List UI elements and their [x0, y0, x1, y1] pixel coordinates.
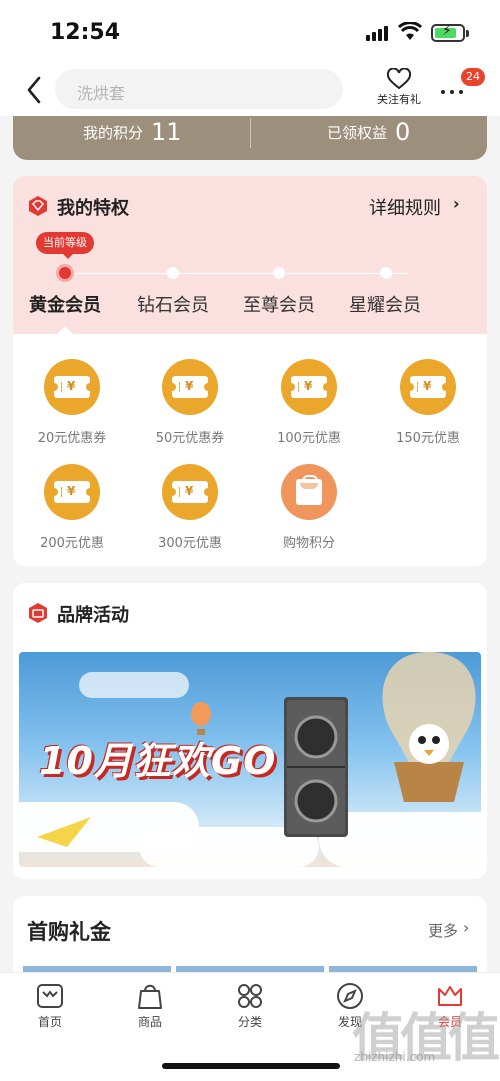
balloon-illustration	[382, 652, 476, 802]
signal-icon	[366, 26, 388, 41]
benefit-label: 150元优惠	[396, 431, 460, 446]
tab-label: 首页	[37, 1015, 62, 1029]
heart-icon	[386, 68, 412, 90]
benefit-item[interactable]: ¥ 200元优惠	[17, 464, 127, 551]
benefit-item[interactable]: ¥ 100元优惠	[254, 359, 364, 446]
coupon-icon: ¥	[400, 359, 456, 415]
brand-activity-card: 品牌活动 10月狂欢GO	[13, 583, 487, 879]
coupon-icon: ¥	[44, 464, 100, 520]
level-dot[interactable]	[273, 267, 285, 279]
level-star[interactable]: 星耀会员	[335, 291, 435, 317]
home-icon	[37, 984, 63, 1008]
brand-shop-icon	[29, 603, 47, 623]
tab-label: 商品	[137, 1015, 162, 1029]
shopping-bag-icon	[138, 984, 162, 1009]
tab-home[interactable]: 首页	[15, 981, 85, 1030]
my-points-label: 我的积分	[83, 123, 144, 142]
benefit-item[interactable]: ¥ 50元优惠券	[135, 359, 245, 446]
category-icon	[238, 984, 262, 1008]
level-progress-line	[67, 273, 407, 274]
wifi-icon	[398, 22, 422, 40]
current-level-tag: 当前等级	[36, 232, 94, 259]
first-purchase-title: 首购礼金	[27, 920, 111, 944]
benefit-label: 50元优惠券	[155, 431, 225, 446]
shopping-bag-icon	[281, 464, 337, 520]
coupon-icon: ¥	[44, 359, 100, 415]
benefit-label: 购物积分	[282, 536, 335, 551]
follow-gift-label: 关注有礼	[377, 93, 421, 106]
benefit-item[interactable]: ¥ 300元优惠	[135, 464, 245, 551]
search-input[interactable]: 洗烘套	[55, 69, 343, 109]
level-gold[interactable]: 黄金会员	[15, 291, 115, 317]
benefit-label: 200元优惠	[40, 536, 104, 551]
notification-badge: 24	[461, 68, 485, 86]
status-bar: 12:54 ⚡	[0, 0, 500, 64]
points-bar: 我的积分 11 已领权益 0	[13, 116, 487, 160]
claimed-benefits-label: 已领权益	[327, 123, 388, 142]
diamond-icon	[29, 196, 47, 216]
paper-plane-icon	[37, 817, 91, 847]
privileges-title: 我的特权	[57, 198, 129, 219]
tab-products[interactable]: 商品	[115, 981, 185, 1030]
benefit-label: 100元优惠	[277, 431, 341, 446]
chevron-right-icon[interactable]: ›	[463, 918, 469, 937]
benefit-item[interactable]: 购物积分	[254, 464, 364, 551]
top-nav: 洗烘套 关注有礼 24	[0, 64, 500, 116]
banner-title: 10月狂欢GO	[39, 739, 277, 783]
battery-icon: ⚡	[431, 23, 469, 42]
rules-link[interactable]: 详细规则	[369, 194, 441, 220]
claimed-benefits-value: 0	[395, 118, 411, 146]
privileges-card: 我的特权 详细规则 › 当前等级 黄金会员 钻石会员 至尊会员 星耀会员 ¥ 2…	[13, 176, 487, 566]
follow-gift-button[interactable]: 关注有礼	[372, 68, 426, 107]
tab-label: 分类	[237, 1015, 262, 1029]
benefit-item[interactable]: ¥ 150元优惠	[373, 359, 483, 446]
level-dot[interactable]	[380, 267, 392, 279]
my-points-value: 11	[151, 118, 182, 146]
coupon-icon: ¥	[162, 464, 218, 520]
search-placeholder: 洗烘套	[77, 84, 126, 103]
more-link[interactable]: 更多	[428, 920, 458, 941]
promo-banner[interactable]: 10月狂欢GO	[19, 652, 481, 867]
benefit-label: 20元优惠券	[37, 431, 107, 446]
level-pointer	[56, 326, 74, 335]
home-indicator[interactable]	[162, 1063, 340, 1069]
claimed-benefits[interactable]: 已领权益 0	[327, 116, 410, 148]
washer-dryer-illustration	[284, 697, 348, 837]
my-points[interactable]: 我的积分 11	[83, 116, 182, 148]
benefit-label: 300元优惠	[158, 536, 222, 551]
status-time: 12:54	[50, 20, 121, 45]
watermark-url: zhizhizhi.com	[354, 1050, 436, 1064]
level-diamond[interactable]: 钻石会员	[123, 291, 223, 317]
points-divider	[250, 118, 251, 148]
level-supreme[interactable]: 至尊会员	[229, 291, 329, 317]
benefit-item[interactable]: ¥ 20元优惠券	[17, 359, 127, 446]
back-arrow-icon[interactable]	[22, 74, 48, 106]
level-dot[interactable]	[167, 267, 179, 279]
chevron-right-icon[interactable]: ›	[453, 194, 460, 213]
brand-activity-title: 品牌活动	[57, 605, 129, 626]
coupon-icon: ¥	[281, 359, 337, 415]
level-dot-active[interactable]	[56, 264, 74, 282]
tab-category[interactable]: 分类	[215, 981, 285, 1030]
coupon-icon: ¥	[162, 359, 218, 415]
